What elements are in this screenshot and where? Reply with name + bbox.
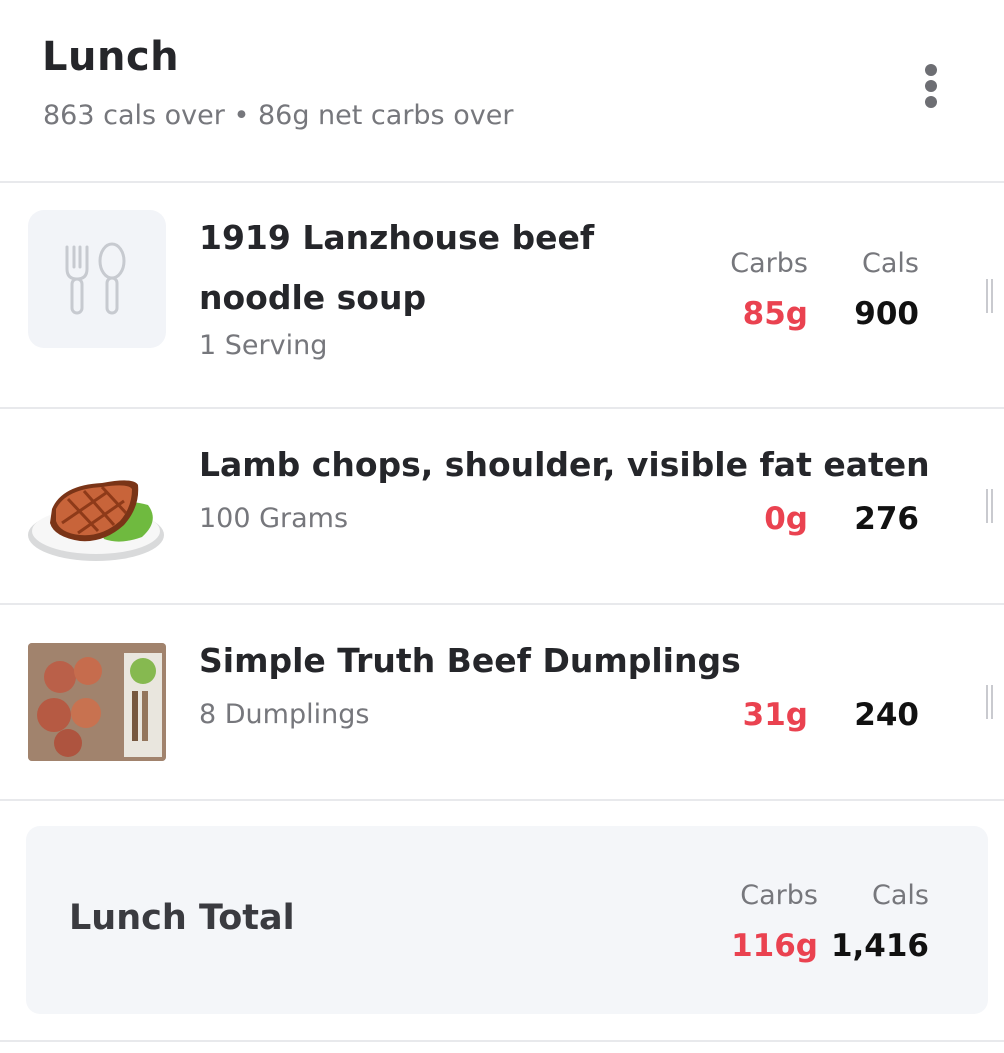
food-entry-row[interactable]: 1919 Lanzhouse beef noodle soup 1 Servin… (0, 183, 1004, 409)
more-dot-icon (925, 64, 937, 76)
cals-column-label: Cals (872, 880, 929, 911)
more-dot-icon (925, 96, 937, 108)
carbs-value: 31g (742, 697, 808, 733)
food-entry-row[interactable]: Lamb chops, shoulder, visible fat eaten … (0, 409, 1004, 605)
divider (0, 1040, 1004, 1042)
drag-handle-icon[interactable] (986, 279, 994, 313)
cals-value: 900 (854, 296, 919, 332)
food-name: Lamb chops, shoulder, visible fat eaten (199, 445, 930, 484)
meal-card: Lunch 863 cals over • 86g net carbs over… (0, 0, 1004, 1053)
more-options-button[interactable] (910, 60, 952, 112)
carbs-value: 0g (764, 501, 808, 537)
total-cals-value: 1,416 (830, 928, 929, 964)
food-quantity: 8 Dumplings (199, 699, 370, 730)
drag-handle-icon[interactable] (986, 685, 994, 719)
food-name: 1919 Lanzhouse beef noodle soup (199, 218, 595, 317)
food-name: Simple Truth Beef Dumplings (199, 641, 741, 680)
total-label: Lunch Total (69, 898, 295, 938)
meal-summary: 863 cals over • 86g net carbs over (43, 100, 514, 131)
cals-value: 276 (854, 501, 919, 537)
carbs-column-label: Carbs (740, 880, 818, 911)
total-carbs-value: 116g (731, 928, 818, 964)
cals-column-label: Cals (862, 248, 919, 279)
food-thumbnail (28, 210, 166, 348)
drag-handle-icon[interactable] (986, 489, 994, 523)
carbs-column-label: Carbs (730, 248, 808, 279)
meal-total-panel: Lunch Total Carbs Cals 116g 1,416 (26, 826, 988, 1014)
carbs-value: 85g (742, 296, 808, 332)
grilled-meat-plate (28, 480, 164, 561)
food-thumbnail (28, 643, 166, 761)
dumplings-package-photo (28, 643, 166, 761)
food-thumbnail (28, 449, 166, 567)
food-quantity: 1 Serving (199, 330, 328, 361)
meal-header: Lunch 863 cals over • 86g net carbs over (0, 0, 1004, 183)
food-quantity: 100 Grams (199, 503, 349, 534)
food-entry-row[interactable]: Simple Truth Beef Dumplings 8 Dumplings … (0, 605, 1004, 801)
cals-value: 240 (854, 697, 919, 733)
more-dot-icon (925, 80, 937, 92)
utensils-icon (65, 242, 126, 315)
meal-title: Lunch (42, 34, 180, 80)
